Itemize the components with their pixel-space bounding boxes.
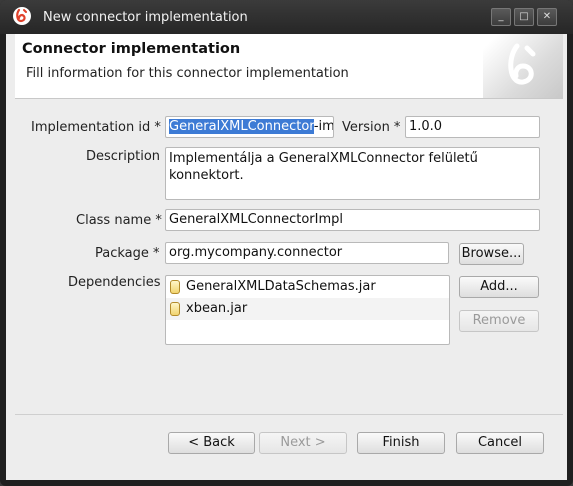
description-line-2: konnektort. bbox=[169, 168, 244, 183]
title-bar[interactable]: New connector implementation _ □ ✕ bbox=[0, 0, 573, 34]
implementation-id-selection: GeneralXMLConnector bbox=[169, 119, 314, 134]
dependencies-label: Dependencies bbox=[68, 275, 161, 290]
package-input[interactable]: org.mycompany.connector bbox=[165, 242, 449, 264]
list-item[interactable]: xbean.jar bbox=[166, 298, 449, 320]
browse-button[interactable]: Browse... bbox=[459, 243, 524, 265]
jar-icon bbox=[170, 280, 180, 294]
package-label: Package * bbox=[95, 246, 160, 261]
page-subtitle: Fill information for this connector impl… bbox=[26, 66, 349, 81]
close-button[interactable]: ✕ bbox=[537, 8, 557, 26]
wizard-header: Connector implementation Fill informatio… bbox=[15, 34, 563, 99]
description-line-1: Implementálja a GeneralXMLConnector felü… bbox=[169, 151, 478, 166]
implementation-id-input[interactable]: GeneralXMLConnector-im bbox=[165, 116, 334, 138]
add-dependency-button[interactable]: Add... bbox=[459, 276, 539, 298]
page-title: Connector implementation bbox=[22, 41, 241, 57]
dialog-window: New connector implementation _ □ ✕ Conne… bbox=[0, 0, 573, 486]
description-textarea[interactable]: Implementálja a GeneralXMLConnector felü… bbox=[165, 147, 540, 200]
window-title: New connector implementation bbox=[43, 10, 248, 25]
app-logo-icon bbox=[13, 7, 31, 25]
dependency-name: GeneralXMLDataSchemas.jar bbox=[186, 279, 376, 294]
list-item[interactable]: GeneralXMLDataSchemas.jar bbox=[166, 276, 449, 298]
jar-icon bbox=[170, 302, 180, 316]
version-input[interactable]: 1.0.0 bbox=[405, 116, 540, 138]
class-name-label: Class name * bbox=[76, 213, 162, 228]
bonita-logo-icon bbox=[508, 43, 536, 85]
maximize-button[interactable]: □ bbox=[514, 8, 534, 26]
dialog-body: Connector implementation Fill informatio… bbox=[6, 34, 567, 480]
description-label: Description bbox=[86, 149, 161, 164]
class-name-input[interactable]: GeneralXMLConnectorImpl bbox=[165, 209, 540, 231]
implementation-id-label: Implementation id * bbox=[31, 120, 161, 135]
footer-separator bbox=[15, 414, 563, 415]
cancel-button[interactable]: Cancel bbox=[456, 432, 544, 454]
finish-button[interactable]: Finish bbox=[357, 432, 445, 454]
back-button[interactable]: < Back bbox=[168, 432, 255, 454]
remove-dependency-button[interactable]: Remove bbox=[459, 310, 539, 332]
dependency-name: xbean.jar bbox=[186, 301, 248, 316]
wizard-banner-logo bbox=[483, 34, 563, 98]
next-button[interactable]: Next > bbox=[259, 432, 347, 454]
dependencies-list[interactable]: GeneralXMLDataSchemas.jar xbean.jar bbox=[165, 275, 450, 345]
version-label: Version * bbox=[342, 120, 401, 135]
implementation-id-rest: -im bbox=[313, 119, 334, 134]
minimize-button[interactable]: _ bbox=[491, 8, 511, 26]
